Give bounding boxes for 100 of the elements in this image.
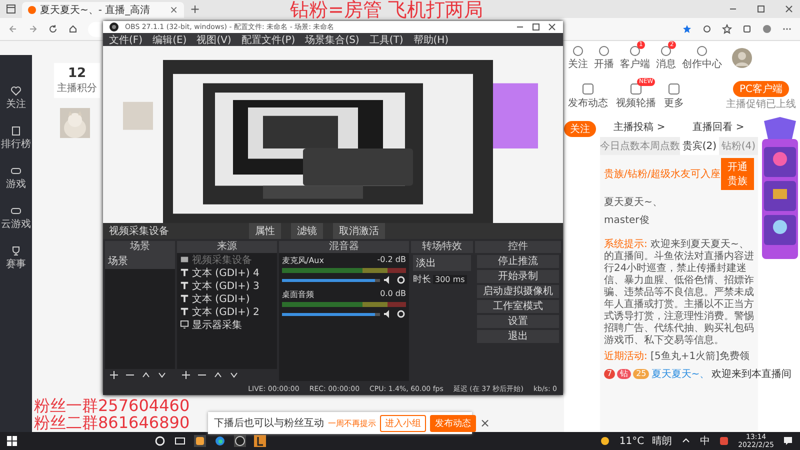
add-icon[interactable] bbox=[181, 370, 191, 380]
member-name[interactable]: 夏天夏天~、 bbox=[600, 193, 758, 211]
sidebar-item[interactable]: 云游戏 bbox=[1, 205, 31, 231]
close-button[interactable]: × bbox=[480, 416, 490, 430]
volume-slider[interactable] bbox=[282, 278, 380, 282]
close-icon[interactable] bbox=[784, 4, 794, 14]
action-item[interactable]: 发布动态 bbox=[568, 82, 608, 110]
control-button[interactable]: 启动虚拟摄像机 bbox=[477, 285, 559, 298]
star-icon[interactable] bbox=[682, 24, 692, 34]
score-value: 12 bbox=[68, 66, 86, 81]
source-item[interactable]: 文本 (GDI+) 4 bbox=[177, 266, 277, 279]
menu-item[interactable]: 帮助(H) bbox=[413, 32, 449, 46]
app-icon[interactable] bbox=[194, 435, 206, 447]
collections-icon[interactable] bbox=[742, 24, 752, 34]
source-item[interactable]: 文本 (GDI+) 3 bbox=[177, 279, 277, 292]
sidebar-item[interactable]: 排行榜 bbox=[1, 125, 31, 151]
circle-icon bbox=[660, 45, 672, 57]
transition-select[interactable]: 淡出 bbox=[413, 255, 471, 271]
settings-icon[interactable] bbox=[396, 275, 406, 285]
down-icon[interactable] bbox=[229, 370, 239, 380]
channel-reading: 0.0 dB bbox=[380, 289, 406, 300]
menu-item[interactable]: 场景集合(S) bbox=[305, 32, 360, 46]
heart-icon bbox=[10, 85, 22, 97]
source-toolbar-button[interactable]: 滤镜 bbox=[291, 223, 323, 239]
input-method[interactable]: 中 bbox=[700, 434, 710, 448]
menu-item[interactable]: 视图(V) bbox=[196, 32, 232, 46]
user-badge: 钻 bbox=[617, 369, 632, 379]
home-icon[interactable] bbox=[68, 24, 78, 34]
favorites-icon[interactable] bbox=[722, 24, 732, 34]
notification-icon[interactable] bbox=[782, 435, 794, 447]
close-icon[interactable] bbox=[547, 22, 557, 32]
add-icon[interactable] bbox=[109, 370, 119, 380]
profile-icon[interactable] bbox=[762, 24, 772, 34]
user-badge: 25 bbox=[633, 369, 650, 379]
task-view-icon[interactable] bbox=[174, 435, 186, 447]
channel-reading: -0.2 dB bbox=[377, 255, 406, 266]
square-icon bbox=[581, 82, 595, 96]
nav-item[interactable]: 开播 bbox=[594, 45, 614, 71]
menu-item[interactable]: 配置文件(P) bbox=[241, 32, 296, 46]
tab-close-button[interactable]: × bbox=[170, 4, 178, 16]
pad-icon bbox=[10, 205, 22, 217]
panel-tab[interactable]: 贵宾(2) bbox=[680, 137, 719, 155]
control-button[interactable]: 工作室模式 bbox=[477, 300, 559, 313]
duration-field[interactable]: 300 ms bbox=[433, 275, 467, 284]
new-tab-button[interactable]: + bbox=[190, 2, 200, 16]
volume-slider[interactable] bbox=[282, 312, 380, 316]
obs-icon[interactable] bbox=[234, 435, 246, 447]
source-item[interactable]: 显示器采集 bbox=[177, 318, 277, 331]
up-icon[interactable] bbox=[213, 370, 223, 380]
nav-item[interactable]: 创作中心 bbox=[682, 45, 722, 71]
control-button[interactable]: 退出 bbox=[477, 330, 559, 343]
square-icon bbox=[629, 82, 643, 96]
source-item[interactable]: 文本 (GDI+) bbox=[177, 292, 277, 305]
panel-link[interactable]: 主播投稿 > bbox=[614, 120, 666, 134]
nav-item[interactable]: 关注 bbox=[568, 45, 588, 71]
overlay-text: 钻粉=房管 飞机打两局 bbox=[290, 0, 483, 20]
down-icon[interactable] bbox=[157, 370, 167, 380]
dock-title: 转场特效 bbox=[411, 241, 473, 253]
channel-name: 麦克风/Aux bbox=[282, 255, 324, 266]
browser-icon[interactable] bbox=[214, 435, 226, 447]
reload-icon[interactable] bbox=[48, 24, 58, 34]
score-label: 主播积分 bbox=[57, 82, 97, 95]
back-icon[interactable] bbox=[8, 24, 18, 34]
control-button[interactable]: 开始录制 bbox=[477, 270, 559, 283]
member-name[interactable]: master俊 bbox=[600, 211, 758, 229]
menu-item[interactable]: 编辑(E) bbox=[152, 32, 187, 46]
action-item[interactable]: 更多 bbox=[664, 82, 684, 110]
up-icon[interactable] bbox=[141, 370, 151, 380]
menu-item[interactable]: 工具(T) bbox=[369, 32, 404, 46]
panel-link[interactable]: 直播回看 > bbox=[692, 120, 744, 134]
avatar[interactable] bbox=[732, 48, 752, 68]
menu-item[interactable]: 文件(F) bbox=[109, 32, 143, 46]
duration-label: 时长 bbox=[413, 274, 431, 286]
address-field[interactable] bbox=[88, 22, 102, 36]
settings-icon[interactable] bbox=[396, 309, 406, 319]
search-icon[interactable] bbox=[154, 435, 166, 447]
weather-icon bbox=[599, 435, 612, 447]
forward-icon[interactable] bbox=[28, 24, 38, 34]
dock-title: 来源 bbox=[177, 241, 277, 253]
tray-app-icon[interactable] bbox=[718, 435, 730, 447]
scene-item[interactable]: 场景 bbox=[105, 253, 175, 269]
sidebar-item[interactable]: 关注 bbox=[6, 85, 26, 111]
app-icon[interactable] bbox=[254, 435, 266, 447]
extension-icon[interactable] bbox=[702, 24, 712, 34]
pad-icon bbox=[10, 165, 22, 177]
source-toolbar-button[interactable]: 取消激活 bbox=[333, 223, 385, 239]
control-button[interactable]: 停止推流 bbox=[477, 255, 559, 268]
sidebar-item[interactable]: 游戏 bbox=[6, 165, 26, 191]
weather-text: 晴朗 bbox=[652, 434, 672, 448]
browser-tab[interactable]: 夏天夏天~、- 直播_高清 × bbox=[22, 2, 184, 18]
source-item[interactable]: 文本 (GDI+) 2 bbox=[177, 305, 277, 318]
maximize-icon[interactable] bbox=[756, 4, 766, 14]
source-toolbar-button[interactable]: 属性 bbox=[249, 223, 281, 239]
circle-icon bbox=[598, 45, 610, 57]
sidebar-item[interactable]: 赛事 bbox=[6, 245, 26, 271]
start-icon[interactable] bbox=[6, 435, 18, 447]
control-button[interactable]: 设置 bbox=[477, 315, 559, 328]
display-icon bbox=[180, 320, 189, 329]
tab-list-icon[interactable] bbox=[6, 4, 16, 14]
maximize-icon[interactable] bbox=[531, 22, 541, 32]
